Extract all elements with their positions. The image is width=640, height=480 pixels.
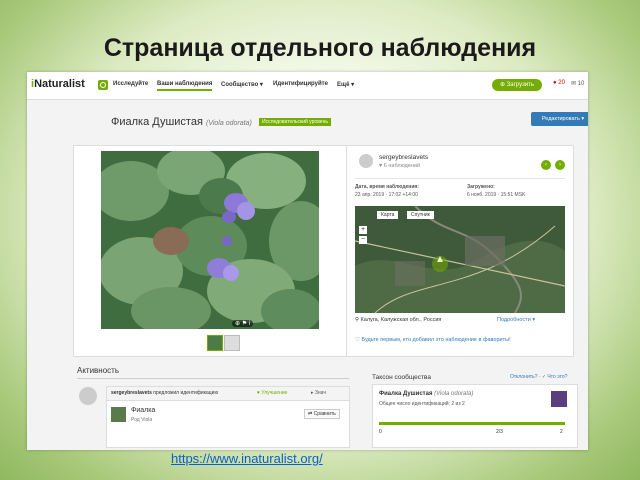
identification-text: sergeybreslavets предложил идентификацию (111, 390, 219, 396)
location-map[interactable]: Карта Спутник + − (355, 206, 565, 313)
quality-grade-badge: Исследовательский уровень (259, 118, 331, 126)
add-photo-thumbnail[interactable] (224, 335, 240, 351)
observer-observation-count[interactable]: ♥ 6 наблюдений (379, 163, 420, 169)
map-tab[interactable]: Карта (377, 211, 399, 219)
agreement-bar (379, 422, 565, 425)
violet-photo-image (101, 151, 319, 329)
activity-user-avatar[interactable] (79, 387, 97, 405)
compare-button[interactable]: ⇄ Сравнить (304, 409, 340, 419)
upload-button[interactable]: ⊕ Загрузить (492, 79, 542, 91)
next-observation-button[interactable]: › (555, 160, 565, 170)
improving-badge: ♥ Улучшение (257, 390, 288, 396)
community-taxon-links[interactable]: Отклонить? · ✓ Что это? (510, 374, 567, 380)
activity-heading: Активность (77, 366, 120, 375)
identification-total: Общее число идентификаций: 2 из 2 (379, 401, 465, 407)
taxon-name[interactable]: Фиалка (131, 407, 155, 414)
favorite-link[interactable]: ♡ Будьте первым, кто добавил это наблюде… (355, 337, 511, 343)
nav-community[interactable]: Сообщество ▾ (221, 81, 263, 88)
satellite-tab[interactable]: Спутник (407, 211, 434, 219)
community-taxon-thumbnail[interactable] (551, 391, 567, 407)
top-nav: iNaturalist Исследуйте Ваши наблюдения С… (27, 72, 588, 100)
community-taxon-heading: Таксон сообщества (372, 374, 431, 381)
nav-identify[interactable]: Идентифицируйте (273, 81, 328, 87)
search-icon[interactable] (98, 80, 108, 90)
divider (355, 178, 565, 179)
source-url-link[interactable]: https://www.inaturalist.org/ (171, 451, 323, 466)
observer-username[interactable]: sergeybreslavets (379, 154, 428, 161)
identification-header: sergeybreslavets предложил идентификацию… (107, 387, 349, 401)
nav-your-observations[interactable]: Ваши наблюдения (157, 81, 213, 91)
agreement-min-label: 0 (379, 429, 382, 435)
community-taxon-card: Фиалка Душистая (Viola odorata) Общее чи… (372, 384, 578, 448)
edit-button[interactable]: Редактировать ▾ (531, 112, 588, 126)
inaturalist-screenshot: iNaturalist Исследуйте Ваши наблюдения С… (27, 72, 588, 450)
photo-panel: ⊕ ⚑ i (73, 145, 347, 357)
zoom-out-button[interactable]: − (359, 236, 367, 244)
uploaded-date-label: Загружено: (467, 184, 495, 190)
photo-thumbnail[interactable] (207, 335, 223, 351)
user-avatar[interactable] (359, 154, 373, 168)
zoom-in-button[interactable]: + (359, 226, 367, 234)
agreement-threshold-label: 2/3 (496, 429, 503, 435)
taxon-rank: Род Viola (131, 417, 153, 423)
inaturalist-logo[interactable]: iNaturalist (31, 78, 85, 90)
identification-card: sergeybreslavets предложил идентификацию… (106, 386, 350, 448)
satellite-map-image (355, 206, 565, 313)
observation-title: Фиалка Душистая (Viola odorata) (111, 116, 252, 128)
community-taxon-name[interactable]: Фиалка Душистая (Viola odorata) (379, 391, 473, 397)
nav-explore[interactable]: Исследуйте (113, 81, 148, 87)
photo-controls[interactable]: ⊕ ⚑ i (232, 320, 254, 327)
previous-observation-button[interactable]: ‹ (541, 160, 551, 170)
observation-details-panel: sergeybreslavets ♥ 6 наблюдений ‹ › Дата… (346, 145, 574, 357)
nav-more[interactable]: Ещё ▾ (337, 81, 354, 88)
knowledge-dropdown[interactable]: ▸ Знач (311, 390, 326, 396)
uploaded-date-value: 6 нояб. 2019 · 15:51 MSK (467, 192, 526, 198)
agreement-max-label: 2 (560, 429, 563, 435)
divider (77, 378, 349, 379)
taxon-thumbnail[interactable] (111, 407, 126, 422)
slide-title: Страница отдельного наблюдения (103, 34, 537, 62)
notifications-icon[interactable]: ● 20 (553, 80, 565, 86)
observed-date-value: 23 апр. 2019 · 17:02 +14:00 (355, 192, 418, 198)
details-dropdown[interactable]: Подробности ▾ (497, 317, 535, 323)
observed-date-label: Дата, время наблюдения: (355, 184, 419, 190)
location-name: ⚲ Калуга, Калужская обл., Россия (355, 317, 442, 323)
messages-icon[interactable]: ✉ 10 (571, 80, 584, 87)
observation-photo[interactable]: ⊕ ⚑ i (101, 151, 319, 329)
